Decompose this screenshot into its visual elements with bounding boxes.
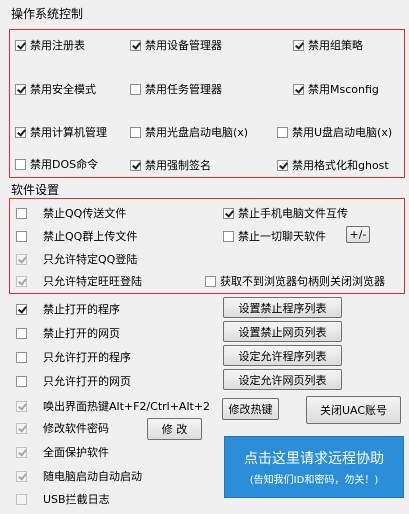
checkbox-label: 禁止打开的程序 xyxy=(43,303,120,316)
checkbox-box[interactable] xyxy=(293,83,304,95)
checkbox-box[interactable] xyxy=(16,207,27,219)
checkbox-disable-task-manager[interactable]: 禁用任务管理器 xyxy=(130,81,222,97)
checkbox-label: 禁用组策略 xyxy=(308,39,363,52)
checkbox-label: 只允许特定QQ登陆 xyxy=(43,253,138,266)
checkbox-label: 禁用格式化和ghost xyxy=(292,159,389,172)
checkbox-label: 禁用光盘启动电脑(x) xyxy=(145,126,249,139)
checkbox-box[interactable] xyxy=(16,422,27,434)
checkbox-disable-msconfig[interactable]: 禁用Msconfig xyxy=(293,81,379,97)
checkbox-disable-registry[interactable]: 禁用注册表 xyxy=(15,37,85,53)
remote-assistance-button[interactable]: 点击这里请求远程协助 (告知我们ID和密码，勿关！) xyxy=(224,436,404,498)
checkbox-label: 禁用Msconfig xyxy=(308,83,379,96)
checkbox-label: 获取不到浏览器句柄则关闭浏览器 xyxy=(220,275,385,288)
checkbox-allow-specific-qq[interactable]: 只允许特定QQ登陆 xyxy=(16,251,137,267)
checkbox-box[interactable] xyxy=(16,375,27,387)
modify-password-button[interactable]: 修 改 xyxy=(147,418,202,440)
plus-minus-button[interactable]: +/- xyxy=(346,226,370,243)
checkbox-label: 修改软件密码 xyxy=(43,422,109,435)
software-section-title: 软件设置 xyxy=(11,183,60,197)
checkbox-box[interactable] xyxy=(16,303,27,315)
checkbox-box[interactable] xyxy=(16,275,27,287)
checkbox-block-webpages[interactable]: 禁止打开的网页 xyxy=(16,325,120,341)
checkbox-label: 唤出界面热键Alt+F2/Ctrl+Alt+2 xyxy=(43,400,211,413)
checkbox-disable-safe-mode[interactable]: 禁用安全模式 xyxy=(15,81,96,97)
checkbox-label: 禁用U盘启动电脑(x) xyxy=(292,126,393,139)
checkbox-label: 禁用设备管理器 xyxy=(145,39,222,52)
checkbox-disable-dos[interactable]: 禁用DOS命令 xyxy=(15,156,98,172)
set-blocked-programs-button[interactable]: 设置禁止程序列表 xyxy=(223,297,342,318)
checkbox-label: 禁用任务管理器 xyxy=(145,83,222,96)
checkbox-box[interactable] xyxy=(15,39,26,51)
modify-hotkey-button[interactable]: 修改热键 xyxy=(222,398,279,420)
checkbox-full-protection[interactable]: 全面保护软件 xyxy=(16,444,109,460)
checkbox-label: 随电脑启动自动启动 xyxy=(43,470,142,483)
remote-assistance-subtitle: (告知我们ID和密码，勿关！) xyxy=(249,475,379,486)
checkbox-allow-only-programs[interactable]: 只允许打开的程序 xyxy=(16,349,131,365)
checkbox-disable-usb-boot[interactable]: 禁用U盘启动电脑(x) xyxy=(277,124,392,140)
checkbox-label: 禁止QQ群上传文件 xyxy=(43,230,138,243)
checkbox-label: 禁止手机电脑文件互传 xyxy=(238,207,348,220)
checkbox-block-phone-pc-transfer[interactable]: 禁止手机电脑文件互传 xyxy=(223,205,348,221)
set-allowed-webpages-button[interactable]: 设定允许网页列表 xyxy=(223,369,342,390)
checkbox-box[interactable] xyxy=(277,159,288,171)
checkbox-label: 只允许打开的网页 xyxy=(43,375,131,388)
checkbox-disable-computer-management[interactable]: 禁用计算机管理 xyxy=(15,124,107,140)
checkbox-hotkey[interactable]: 唤出界面热键Alt+F2/Ctrl+Alt+2 xyxy=(16,398,210,414)
checkbox-box[interactable] xyxy=(205,275,216,287)
checkbox-box[interactable] xyxy=(16,400,27,412)
checkbox-label: 全面保护软件 xyxy=(43,446,109,459)
checkbox-disable-device-manager[interactable]: 禁用设备管理器 xyxy=(130,37,222,53)
checkbox-block-qq-group-upload[interactable]: 禁止QQ群上传文件 xyxy=(16,228,137,244)
checkbox-box[interactable] xyxy=(223,230,234,242)
checkbox-label: 禁用强制签名 xyxy=(145,159,211,172)
remote-assistance-title: 点击这里请求远程协助 xyxy=(244,451,384,467)
checkbox-label: 禁用安全模式 xyxy=(30,83,96,96)
checkbox-box[interactable] xyxy=(130,39,141,51)
checkbox-close-browser-no-handle[interactable]: 获取不到浏览器句柄则关闭浏览器 xyxy=(205,273,385,289)
checkbox-label: 禁用DOS命令 xyxy=(30,158,99,171)
checkbox-allow-only-webpages[interactable]: 只允许打开的网页 xyxy=(16,373,131,389)
checkbox-box[interactable] xyxy=(15,83,26,95)
checkbox-block-qq-file-transfer[interactable]: 禁止QQ传送文件 xyxy=(16,205,126,221)
checkbox-block-programs[interactable]: 禁止打开的程序 xyxy=(16,301,120,317)
checkbox-box[interactable] xyxy=(16,230,27,242)
checkbox-box[interactable] xyxy=(16,351,27,363)
checkbox-allow-specific-wangwang[interactable]: 只允许特定旺旺登陆 xyxy=(16,273,142,289)
checkbox-box[interactable] xyxy=(15,158,26,170)
checkbox-label: 禁止一切聊天软件 xyxy=(238,230,326,243)
checkbox-label: 只允许打开的程序 xyxy=(43,351,131,364)
checkbox-box[interactable] xyxy=(16,327,27,339)
checkbox-label: 禁用注册表 xyxy=(30,39,85,52)
checkbox-block-all-chat[interactable]: 禁止一切聊天软件 xyxy=(223,228,326,244)
checkbox-box[interactable] xyxy=(293,39,304,51)
set-allowed-programs-button[interactable]: 设定允许程序列表 xyxy=(223,345,342,366)
checkbox-box[interactable] xyxy=(130,83,141,95)
checkbox-box[interactable] xyxy=(130,126,141,138)
checkbox-label: 只允许特定旺旺登陆 xyxy=(43,275,142,288)
checkbox-disable-forced-signature[interactable]: 禁用强制签名 xyxy=(130,157,211,173)
checkbox-box[interactable] xyxy=(16,493,27,505)
checkbox-box[interactable] xyxy=(277,126,288,138)
checkbox-disable-group-policy[interactable]: 禁用组策略 xyxy=(293,37,363,53)
checkbox-usb-log[interactable]: USB拦截日志 xyxy=(16,491,110,507)
checkbox-box[interactable] xyxy=(16,253,27,265)
checkbox-box[interactable] xyxy=(15,126,26,138)
checkbox-disable-format-ghost[interactable]: 禁用格式化和ghost xyxy=(277,157,389,173)
checkbox-box[interactable] xyxy=(223,207,234,219)
checkbox-box[interactable] xyxy=(16,470,27,482)
checkbox-label: 禁用计算机管理 xyxy=(30,126,107,139)
checkbox-label: 禁止打开的网页 xyxy=(43,327,120,340)
checkbox-modify-password[interactable]: 修改软件密码 xyxy=(16,420,109,436)
os-section-title: 操作系统控制 xyxy=(11,7,84,21)
checkbox-disable-cd-boot[interactable]: 禁用光盘启动电脑(x) xyxy=(130,124,248,140)
checkbox-autostart[interactable]: 随电脑启动自动启动 xyxy=(16,468,142,484)
set-blocked-webpages-button[interactable]: 设置禁止网页列表 xyxy=(223,321,342,342)
checkbox-label: USB拦截日志 xyxy=(43,493,110,506)
checkbox-box[interactable] xyxy=(16,446,27,458)
checkbox-label: 禁止QQ传送文件 xyxy=(43,207,127,220)
checkbox-box[interactable] xyxy=(130,159,141,171)
close-uac-button[interactable]: 关闭UAC账号 xyxy=(306,396,401,424)
